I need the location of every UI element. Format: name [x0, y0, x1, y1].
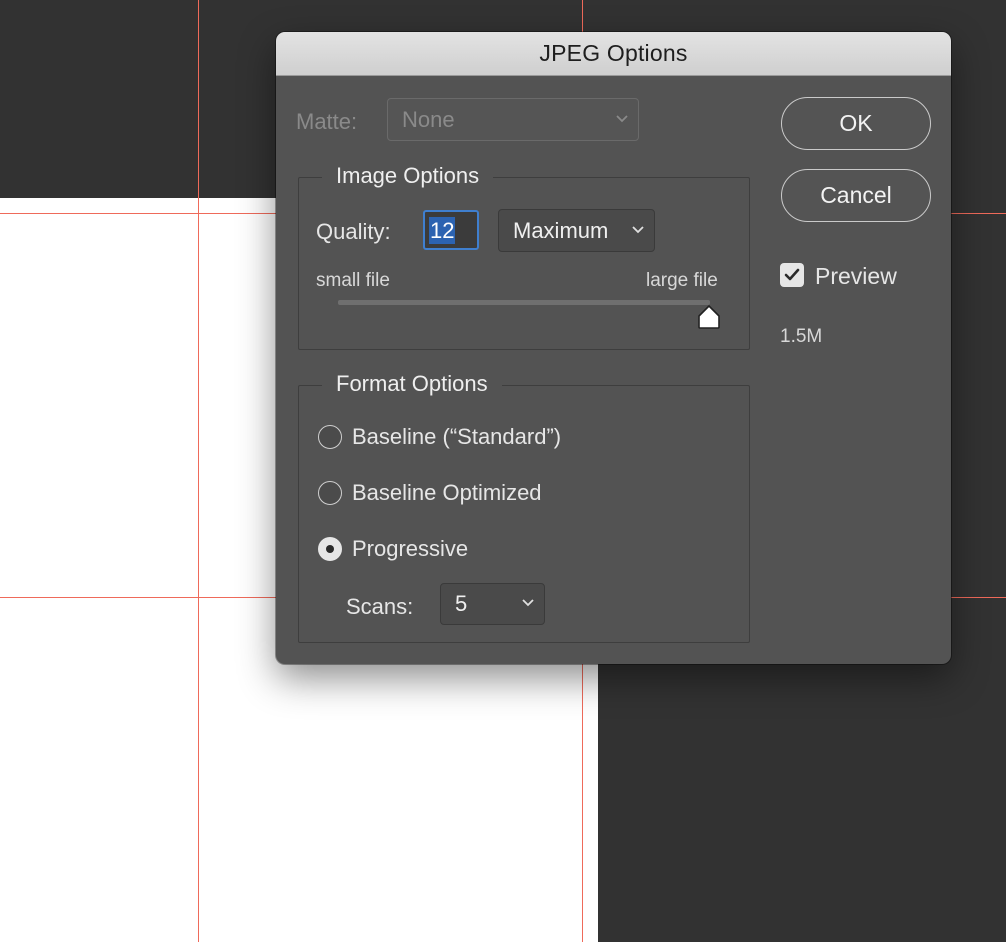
- quality-slider-thumb[interactable]: [696, 304, 722, 330]
- scans-value: 5: [455, 591, 468, 616]
- chevron-down-icon: [632, 225, 644, 233]
- image-options-title: Image Options: [322, 163, 494, 189]
- small-file-label: small file: [316, 270, 390, 291]
- image-options-group: Image Options: [298, 163, 750, 350]
- matte-label: Matte:: [296, 109, 358, 134]
- scans-label: Scans:: [346, 594, 414, 619]
- scans-select[interactable]: 5: [440, 583, 545, 625]
- chevron-down-icon: [522, 599, 534, 607]
- quality-input[interactable]: 12: [423, 210, 479, 250]
- baseline-standard-label: Baseline (“Standard”): [352, 424, 562, 449]
- quality-label: Quality:: [316, 219, 391, 244]
- baseline-optimized-label: Baseline Optimized: [352, 480, 542, 505]
- file-size-readout: 1.5M: [780, 326, 823, 347]
- quality-preset-select[interactable]: Maximum: [498, 209, 655, 252]
- quality-value: 12: [429, 216, 456, 244]
- quality-preset-value: Maximum: [513, 217, 609, 243]
- ok-button[interactable]: OK: [781, 97, 931, 150]
- large-file-label: large file: [646, 270, 718, 291]
- vertical-guide: [198, 0, 199, 942]
- dialog-title: JPEG Options: [539, 40, 688, 66]
- chevron-down-icon: [616, 114, 628, 122]
- cancel-button[interactable]: Cancel: [781, 169, 931, 222]
- preview-checkbox[interactable]: [780, 263, 804, 287]
- progressive-label: Progressive: [352, 536, 469, 561]
- preview-label: Preview: [815, 263, 897, 289]
- dialog-titlebar[interactable]: JPEG Options: [276, 32, 951, 76]
- quality-slider-track[interactable]: [338, 300, 710, 305]
- format-options-title: Format Options: [322, 371, 502, 397]
- jpeg-options-dialog: JPEG Options Matte: None Image Options Q…: [276, 32, 951, 664]
- baseline-standard-radio[interactable]: [318, 425, 342, 449]
- matte-value: None: [402, 106, 455, 132]
- progressive-radio[interactable]: [318, 537, 342, 561]
- matte-select: None: [387, 98, 639, 141]
- checkmark-icon: [784, 268, 800, 281]
- baseline-optimized-radio[interactable]: [318, 481, 342, 505]
